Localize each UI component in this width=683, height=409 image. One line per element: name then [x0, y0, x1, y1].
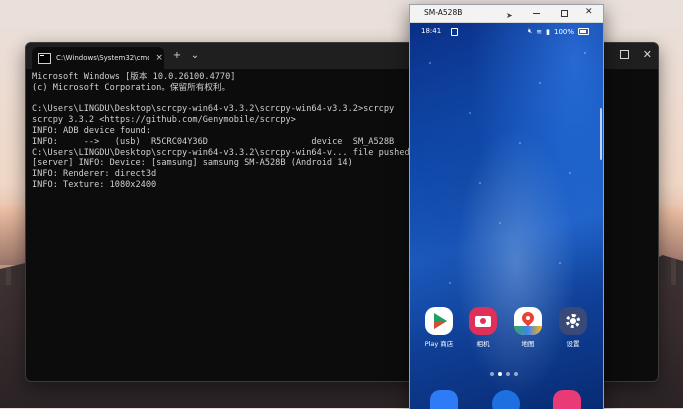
app-camera[interactable]: 相机	[464, 307, 502, 348]
mute-icon: 🔇︎	[527, 27, 533, 35]
status-time: 18:41	[421, 27, 442, 35]
page-dot[interactable]	[514, 372, 518, 376]
app-label: 相机	[476, 340, 490, 348]
tab-dropdown-button[interactable]: ⌄	[187, 47, 203, 65]
battery-level: 100%	[553, 27, 574, 36]
status-icons: 🔇︎ ≋ ▮ 100%	[528, 27, 589, 36]
maps-icon	[514, 307, 542, 335]
dock-app-icon[interactable]	[430, 390, 458, 409]
terminal-tab-label: C:\Windows\System32\cmd.e	[56, 54, 150, 62]
close-icon[interactable]: ✕	[643, 47, 652, 63]
new-tab-button[interactable]: +	[169, 47, 185, 65]
dock-app-icon[interactable]	[553, 390, 581, 409]
scroll-indicator[interactable]	[600, 108, 602, 160]
cmd-icon	[38, 52, 51, 64]
signal-icon: ▮	[546, 27, 550, 36]
play-store-icon	[425, 307, 453, 335]
camera-icon	[469, 307, 497, 335]
settings-icon	[559, 307, 587, 335]
maximize-icon[interactable]	[561, 10, 568, 17]
tab-close-icon[interactable]: ×	[154, 53, 164, 63]
terminal-tab[interactable]: C:\Windows\System32\cmd.e ×	[32, 47, 164, 69]
minimize-icon[interactable]	[533, 13, 540, 14]
app-label: Play 商店	[424, 340, 454, 348]
close-icon[interactable]: ✕	[585, 7, 593, 17]
app-settings[interactable]: 设置	[554, 307, 592, 348]
wifi-icon: ≋	[536, 27, 543, 36]
scrcpy-window-title: SM-A528B	[424, 8, 463, 17]
page-dot-active[interactable]	[498, 372, 502, 376]
scrcpy-titlebar[interactable]: SM-A528B ➤ ✕	[410, 5, 603, 23]
battery-icon	[578, 28, 589, 35]
phone-status-bar[interactable]: 18:41 🔇︎ ≋ ▮ 100%	[410, 23, 603, 39]
wallpaper-stars	[410, 23, 603, 409]
app-maps[interactable]: 地图	[509, 307, 547, 348]
app-label: 地图	[521, 340, 535, 348]
maximize-icon[interactable]	[620, 50, 629, 59]
mouse-cursor-icon: ➤	[506, 11, 513, 20]
page-dot[interactable]	[506, 372, 510, 376]
notification-icon	[451, 28, 458, 36]
app-play-store[interactable]: Play 商店	[420, 307, 458, 348]
scrcpy-window: SM-A528B ➤ ✕ 18:41 🔇︎ ≋ ▮ 100% Play 商店 相…	[409, 4, 604, 409]
phone-screen[interactable]: 18:41 🔇︎ ≋ ▮ 100% Play 商店 相机 地图 设置	[410, 23, 603, 409]
app-label: 设置	[566, 340, 580, 348]
page-indicator[interactable]	[490, 372, 518, 376]
page-dot[interactable]	[490, 372, 494, 376]
